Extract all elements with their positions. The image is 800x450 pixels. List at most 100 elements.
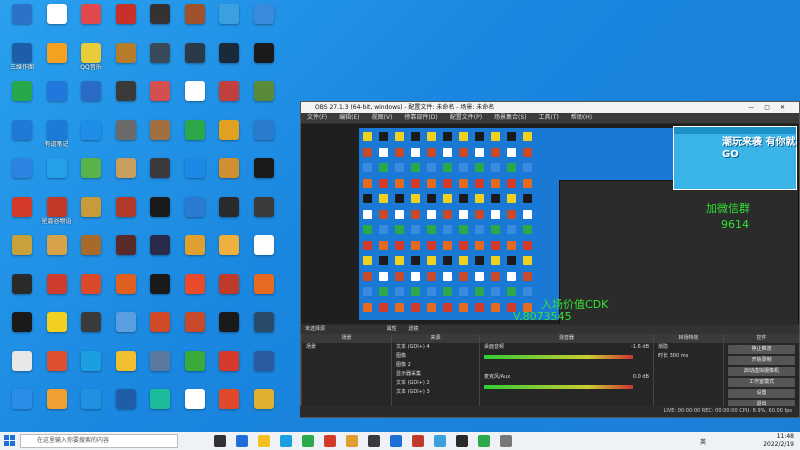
desktop-icon[interactable] <box>3 310 41 350</box>
desktop-icon[interactable] <box>107 310 145 350</box>
desktop-icon[interactable] <box>107 195 145 235</box>
desktop-icon[interactable] <box>176 272 214 312</box>
desktop-icon[interactable] <box>245 2 283 42</box>
menu-item[interactable]: 场景集合(S) <box>494 114 527 121</box>
desktop-icon[interactable] <box>3 2 41 42</box>
start-button[interactable] <box>4 435 15 446</box>
source-item[interactable]: 文本 (GDI+) 4 <box>392 343 479 352</box>
control-button[interactable]: 停止推流 <box>728 345 795 354</box>
preview-area[interactable]: 潮玩来袭 有你就GO 加微信群 9614 入场价值CDK V.8073545 <box>301 124 799 324</box>
desktop-icon[interactable] <box>107 156 145 196</box>
menu-item[interactable]: 视图(V) <box>372 114 393 121</box>
desktop-icon[interactable] <box>38 310 76 350</box>
desktop-icon[interactable] <box>210 233 248 273</box>
desktop-icon[interactable] <box>3 118 41 158</box>
desktop-icon[interactable] <box>141 195 179 235</box>
desktop-icon[interactable] <box>210 310 248 350</box>
mixer-channel[interactable]: 麦克风/Aux 0.0 dB <box>480 373 653 403</box>
menu-item[interactable]: 帮助(H) <box>571 114 592 121</box>
taskbar-app-icon[interactable] <box>412 435 424 447</box>
desktop-icon[interactable] <box>3 272 41 312</box>
desktop-icon[interactable] <box>245 233 283 273</box>
menu-bar[interactable]: 文件(F) 编辑(E) 视图(V) 停靠部件(D) 配置文件(P) 场景集合(S) 工具(T… <box>301 113 799 123</box>
desktop-icon[interactable] <box>141 79 179 119</box>
source-item[interactable]: 文本 (GDI+) 3 <box>392 388 479 397</box>
desktop-icon[interactable] <box>3 79 41 119</box>
desktop-icon[interactable] <box>107 41 145 81</box>
desktop-icon[interactable] <box>141 387 179 427</box>
desktop-icon[interactable] <box>141 272 179 312</box>
desktop-icon[interactable] <box>72 156 110 196</box>
taskbar-app-icon[interactable] <box>280 435 292 447</box>
clock[interactable]: 11:48 2022/2/19 <box>763 433 794 449</box>
desktop-icon[interactable] <box>245 195 283 235</box>
desktop-icon[interactable] <box>72 310 110 350</box>
desktop-icon[interactable] <box>245 349 283 389</box>
desktop-icon[interactable] <box>210 195 248 235</box>
taskbar-app-icon[interactable] <box>214 435 226 447</box>
desktop-icon[interactable] <box>141 349 179 389</box>
desktop-icon[interactable] <box>3 195 41 235</box>
taskbar-app-icon[interactable] <box>236 435 248 447</box>
taskbar-app-icon[interactable] <box>346 435 358 447</box>
desktop-icon[interactable] <box>141 310 179 350</box>
desktop-icon[interactable] <box>3 387 41 427</box>
desktop-icon[interactable] <box>72 195 110 235</box>
desktop-icon[interactable]: 三维作图 <box>3 41 41 81</box>
desktop-icon[interactable] <box>107 349 145 389</box>
desktop-icon[interactable] <box>210 387 248 427</box>
desktop-icon[interactable] <box>176 79 214 119</box>
desktop-icon[interactable] <box>38 79 76 119</box>
menu-item[interactable]: 文件(F) <box>307 114 327 121</box>
desktop-icon[interactable] <box>72 118 110 158</box>
desktop-icon[interactable] <box>3 233 41 273</box>
desktop-icon[interactable] <box>210 156 248 196</box>
desktop-icon[interactable] <box>3 349 41 389</box>
desktop-icon[interactable] <box>107 2 145 42</box>
taskbar-app-icon[interactable] <box>368 435 380 447</box>
source-item[interactable]: 显示器采集 <box>392 370 479 379</box>
desktop-icon[interactable] <box>38 272 76 312</box>
desktop-icon[interactable] <box>141 118 179 158</box>
control-button[interactable]: 启动虚拟摄像机 <box>728 367 795 376</box>
desktop-icon[interactable] <box>176 310 214 350</box>
ime-indicator[interactable]: 英 <box>700 437 706 446</box>
desktop-icon[interactable] <box>176 349 214 389</box>
desktop-icon[interactable] <box>72 349 110 389</box>
desktop-icon[interactable] <box>210 349 248 389</box>
desktop-icon[interactable] <box>107 233 145 273</box>
transition-type[interactable]: 渐隐 <box>654 343 723 352</box>
desktop-icon[interactable] <box>245 79 283 119</box>
desktop-icon[interactable] <box>72 2 110 42</box>
obs-window[interactable]: OBS 27.1.3 (64-bit, windows) - 配置文件: 未命名… <box>300 101 800 418</box>
taskbar-app-icon[interactable] <box>434 435 446 447</box>
desktop-icon[interactable] <box>245 118 283 158</box>
desktop-icon[interactable] <box>141 41 179 81</box>
desktop-icon[interactable] <box>176 387 214 427</box>
desktop-icon[interactable] <box>141 156 179 196</box>
desktop-icon[interactable] <box>38 41 76 81</box>
desktop-icon[interactable] <box>38 156 76 196</box>
taskbar-app-icon[interactable] <box>456 435 468 447</box>
desktop-icon[interactable]: 有道笔记 <box>38 118 76 158</box>
desktop-icon[interactable] <box>72 387 110 427</box>
desktop-icon[interactable] <box>141 233 179 273</box>
control-button[interactable]: 开始录制 <box>728 356 795 365</box>
control-button[interactable]: 设置 <box>728 389 795 398</box>
taskbar-app-icon[interactable] <box>500 435 512 447</box>
taskbar-app-icon[interactable] <box>324 435 336 447</box>
desktop-icon[interactable] <box>38 2 76 42</box>
transition-duration[interactable]: 时长 300 ms <box>654 352 723 361</box>
desktop-icon[interactable]: 星露谷物语 <box>38 195 76 235</box>
desktop-icon[interactable] <box>176 41 214 81</box>
search-input[interactable]: 在这里输入你要搜索的内容 <box>20 434 178 448</box>
desktop-icon[interactable] <box>245 387 283 427</box>
desktop-icon[interactable] <box>176 118 214 158</box>
desktop-icon[interactable] <box>176 233 214 273</box>
source-item[interactable]: 图像 <box>392 352 479 361</box>
taskbar-app-icon[interactable] <box>390 435 402 447</box>
scene-item[interactable]: 场景 <box>302 343 391 352</box>
control-button[interactable]: 工作室模式 <box>728 378 795 387</box>
desktop-icon[interactable] <box>176 156 214 196</box>
filters-button[interactable]: 滤镜 <box>408 326 418 332</box>
